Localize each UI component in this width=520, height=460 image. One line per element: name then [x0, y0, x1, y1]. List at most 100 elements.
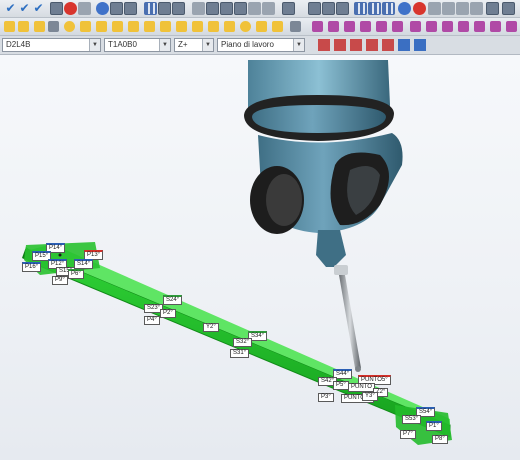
3d-viewport[interactable]: P14° P15° P16° P13° P12° S14° S15° P6° P…	[0, 55, 520, 460]
tool-icon[interactable]	[110, 2, 123, 15]
feature-icon[interactable]	[240, 21, 251, 32]
label-y2[interactable]: Y2°	[203, 323, 219, 332]
rotate-icon[interactable]	[456, 2, 469, 15]
datum-icon[interactable]	[318, 39, 330, 51]
workplane-select[interactable]: Piano di lavoro ▼	[217, 38, 305, 52]
label-s53[interactable]: S53°	[402, 415, 422, 424]
label-s24[interactable]: S24°	[163, 295, 183, 305]
tool-icon[interactable]	[308, 2, 321, 15]
feature-icon[interactable]	[290, 21, 301, 32]
label-s32[interactable]: S32°	[233, 338, 253, 347]
datum-icon[interactable]	[350, 39, 362, 51]
tool-icon[interactable]	[220, 2, 233, 15]
cylinder-icon[interactable]	[128, 21, 139, 32]
view-icon[interactable]	[354, 2, 367, 15]
tool-icon[interactable]	[336, 2, 349, 15]
label-punto-a[interactable]: PUNTO	[348, 383, 375, 392]
label-y3[interactable]: Y3°	[362, 392, 378, 401]
direction-select[interactable]: Z+ ▼	[174, 38, 214, 52]
probe-head	[244, 60, 403, 372]
circle-icon[interactable]	[112, 21, 123, 32]
alignment-select[interactable]: D2L4B ▼	[2, 38, 101, 52]
grid-icon[interactable]	[144, 2, 157, 15]
tool-icon[interactable]	[206, 2, 219, 15]
tool-icon[interactable]	[234, 2, 247, 15]
tool-icon[interactable]	[78, 2, 91, 15]
label-p16[interactable]: P16°	[22, 262, 42, 272]
datum-icon[interactable]	[334, 39, 346, 51]
label-p9[interactable]: P9°	[52, 276, 68, 285]
feature-icon[interactable]	[192, 21, 203, 32]
label-p1[interactable]: P1°	[426, 421, 442, 431]
label-s14[interactable]: S14°	[74, 259, 94, 269]
feature-icon[interactable]	[256, 21, 267, 32]
label-p8[interactable]: P8°	[432, 435, 448, 444]
view-icon[interactable]	[368, 2, 381, 15]
view-icon[interactable]	[382, 2, 395, 15]
tool-icon[interactable]	[172, 2, 185, 15]
direction-select-value: Z+	[178, 40, 188, 49]
redo-icon[interactable]	[262, 2, 275, 15]
workplane-select-value: Piano di lavoro	[221, 40, 274, 49]
tolerance-icon[interactable]	[344, 21, 355, 32]
label-p4[interactable]: P4°	[144, 316, 160, 325]
tolerance-icon[interactable]	[312, 21, 323, 32]
tolerance-icon[interactable]	[426, 21, 437, 32]
tolerance-icon[interactable]	[474, 21, 485, 32]
check-icon[interactable]: ✔	[18, 2, 31, 15]
datum-icon[interactable]	[382, 39, 394, 51]
tolerance-icon[interactable]	[458, 21, 469, 32]
tool-icon[interactable]	[158, 2, 171, 15]
sphere-icon[interactable]	[160, 21, 171, 32]
tool-icon[interactable]	[486, 2, 499, 15]
undo-icon[interactable]	[248, 2, 261, 15]
tool-icon[interactable]	[502, 2, 515, 15]
tool-icon[interactable]	[192, 2, 205, 15]
datum-icon[interactable]	[366, 39, 378, 51]
feature-icon[interactable]	[48, 21, 59, 32]
tolerance-icon[interactable]	[442, 21, 453, 32]
rotate-icon[interactable]	[442, 2, 455, 15]
selector-bar: D2L4B ▼ T1A0B0 ▼ Z+ ▼ Piano di lavoro ▼	[0, 36, 520, 55]
globe-icon[interactable]	[398, 2, 411, 15]
tolerance-icon[interactable]	[410, 21, 421, 32]
feature-icon[interactable]	[224, 21, 235, 32]
sphere-icon[interactable]	[96, 2, 109, 15]
line-icon[interactable]	[80, 21, 91, 32]
tool-icon[interactable]	[282, 2, 295, 15]
feature-icon[interactable]	[272, 21, 283, 32]
tool-icon[interactable]	[50, 2, 63, 15]
axis-icon[interactable]	[398, 39, 410, 51]
check-icon[interactable]: ✔	[32, 2, 45, 15]
feature-icon[interactable]	[208, 21, 219, 32]
label-p3[interactable]: P3°	[318, 393, 334, 402]
point-icon[interactable]	[64, 21, 75, 32]
tool-icon[interactable]	[322, 2, 335, 15]
label-p6[interactable]: P6°	[68, 269, 84, 279]
feature-icon[interactable]	[34, 21, 45, 32]
tool-select[interactable]: T1A0B0 ▼	[104, 38, 171, 52]
tolerance-icon[interactable]	[328, 21, 339, 32]
tolerance-icon[interactable]	[506, 21, 517, 32]
record-icon[interactable]	[413, 2, 426, 15]
label-p5[interactable]: P5°	[333, 381, 349, 390]
label-p2[interactable]: P2°	[160, 309, 176, 318]
move-icon[interactable]	[428, 2, 441, 15]
feature-icon[interactable]	[4, 21, 15, 32]
measure-icon[interactable]	[470, 2, 483, 15]
main-toolbar: ✔ ✔ ✔	[0, 0, 520, 18]
cone-icon[interactable]	[144, 21, 155, 32]
tolerance-icon[interactable]	[490, 21, 501, 32]
label-s31[interactable]: S31°	[230, 349, 250, 358]
tolerance-icon[interactable]	[360, 21, 371, 32]
tolerance-icon[interactable]	[392, 21, 403, 32]
tolerance-icon[interactable]	[376, 21, 387, 32]
axis-icon[interactable]	[414, 39, 426, 51]
check-icon[interactable]: ✔	[4, 2, 17, 15]
plane-icon[interactable]	[96, 21, 107, 32]
slot-icon[interactable]	[176, 21, 187, 32]
tool-icon[interactable]	[124, 2, 137, 15]
feature-icon[interactable]	[18, 21, 29, 32]
label-p7[interactable]: P7°	[400, 430, 416, 439]
stop-icon[interactable]	[64, 2, 77, 15]
